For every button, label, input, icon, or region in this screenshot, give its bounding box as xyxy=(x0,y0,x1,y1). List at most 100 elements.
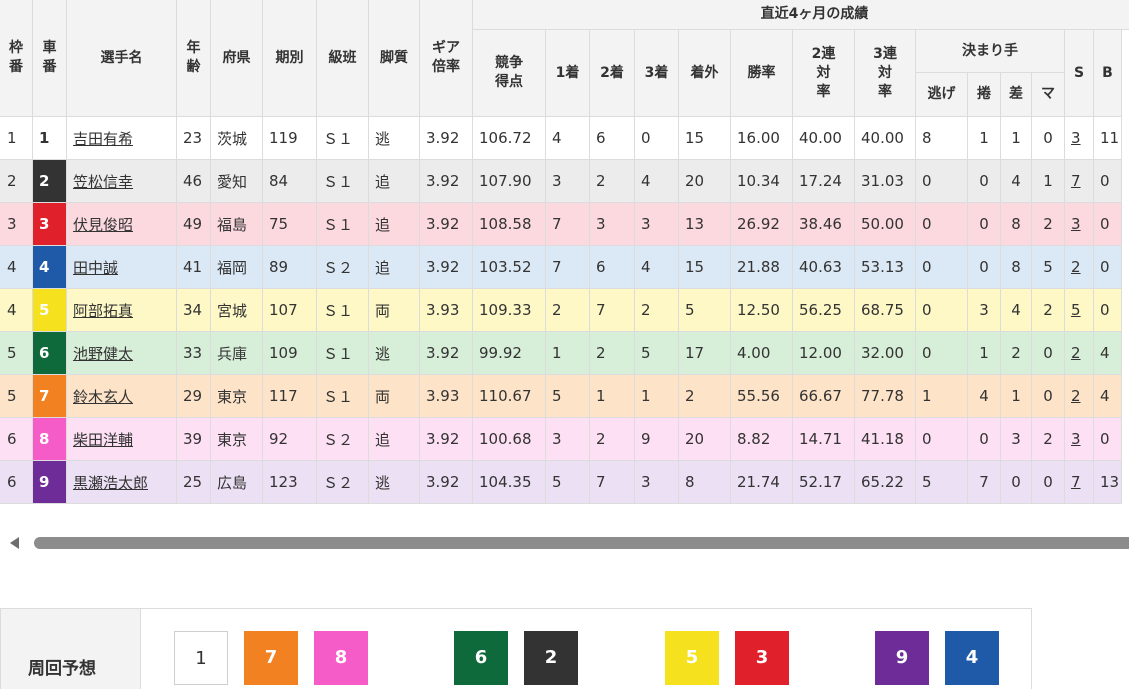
rate3-cell: 32.00 xyxy=(854,331,916,375)
player-name-link[interactable]: 吉田有希 xyxy=(66,116,177,160)
age-cell: 23 xyxy=(176,116,211,160)
win-rate-cell: 26.92 xyxy=(730,202,793,246)
prediction-car-5: 5 xyxy=(665,631,719,685)
prefecture-cell: 広島 xyxy=(210,460,263,504)
gear-cell: 3.92 xyxy=(419,159,473,203)
makuri-cell: 0 xyxy=(967,417,1001,461)
third-place-cell: 4 xyxy=(634,245,679,289)
mark-cell: 5 xyxy=(1031,245,1065,289)
out-of-place-cell: 17 xyxy=(678,331,731,375)
player-name-link[interactable]: 田中誠 xyxy=(66,245,177,289)
scroll-thumb[interactable] xyxy=(34,537,1129,549)
term-cell: 123 xyxy=(262,460,317,504)
s-count[interactable]: 2 xyxy=(1071,387,1081,405)
player-name-link[interactable]: 阿部拓真 xyxy=(66,288,177,332)
car-number: 5 xyxy=(32,288,67,332)
s-count[interactable]: 7 xyxy=(1071,172,1081,190)
s-count-link[interactable]: 3 xyxy=(1064,116,1094,160)
player-name-link[interactable]: 池野健太 xyxy=(66,331,177,375)
player-name[interactable]: 笠松信幸 xyxy=(73,173,133,191)
age-cell: 29 xyxy=(176,374,211,418)
player-name-link[interactable]: 鈴木玄人 xyxy=(66,374,177,418)
nige-cell: 0 xyxy=(915,245,968,289)
table-row: 5 7 鈴木玄人 29 東京 117 Ｓ１ 両 3.93 110.67 5 1 1 2 55.56 66.67… xyxy=(0,374,1129,418)
first-place-cell: 2 xyxy=(545,288,590,332)
s-count[interactable]: 3 xyxy=(1071,215,1081,233)
player-name-link[interactable]: 笠松信幸 xyxy=(66,159,177,203)
player-name[interactable]: 阿部拓真 xyxy=(73,302,133,320)
style-cell: 追 xyxy=(368,417,420,461)
prefecture-cell: 愛知 xyxy=(210,159,263,203)
player-name-link[interactable]: 柴田洋輔 xyxy=(66,417,177,461)
b-count-cell: 0 xyxy=(1093,288,1122,332)
s-count-link[interactable]: 7 xyxy=(1064,460,1094,504)
win-rate-cell: 55.56 xyxy=(730,374,793,418)
s-count[interactable]: 5 xyxy=(1071,301,1081,319)
header-age: 年齢 xyxy=(176,0,211,117)
player-name-link[interactable]: 黒瀬浩太郎 xyxy=(66,460,177,504)
player-name[interactable]: 黒瀬浩太郎 xyxy=(73,474,148,492)
makuri-cell: 7 xyxy=(967,460,1001,504)
class-cell: Ｓ１ xyxy=(316,331,369,375)
header-score: 競争得点 xyxy=(472,29,546,117)
table-row: 5 6 池野健太 33 兵庫 109 Ｓ１ 逃 3.92 99.92 1 2 5 17 4.00 12.00 3… xyxy=(0,331,1129,375)
header-s: S xyxy=(1064,29,1094,117)
second-place-cell: 7 xyxy=(589,460,635,504)
sashi-cell: 0 xyxy=(1000,460,1032,504)
sashi-cell: 1 xyxy=(1000,116,1032,160)
player-name[interactable]: 田中誠 xyxy=(73,259,118,277)
player-name-link[interactable]: 伏見俊昭 xyxy=(66,202,177,246)
out-of-place-cell: 13 xyxy=(678,202,731,246)
win-rate-cell: 16.00 xyxy=(730,116,793,160)
third-place-cell: 4 xyxy=(634,159,679,203)
player-name[interactable]: 伏見俊昭 xyxy=(73,216,133,234)
rate2-cell: 17.24 xyxy=(792,159,855,203)
score-cell: 109.33 xyxy=(472,288,546,332)
s-count-link[interactable]: 5 xyxy=(1064,288,1094,332)
third-place-cell: 1 xyxy=(634,374,679,418)
score-cell: 106.72 xyxy=(472,116,546,160)
rate3-cell: 31.03 xyxy=(854,159,916,203)
class-cell: Ｓ１ xyxy=(316,374,369,418)
s-count[interactable]: 2 xyxy=(1071,258,1081,276)
header-sha: 車番 xyxy=(32,0,67,117)
player-name[interactable]: 池野健太 xyxy=(73,345,133,363)
car-number: 6 xyxy=(32,331,67,375)
s-count-link[interactable]: 7 xyxy=(1064,159,1094,203)
waku-cell: 5 xyxy=(0,331,33,375)
header-win-rate: 勝率 xyxy=(730,29,793,117)
style-cell: 両 xyxy=(368,288,420,332)
player-name[interactable]: 鈴木玄人 xyxy=(73,388,133,406)
rate2-cell: 12.00 xyxy=(792,331,855,375)
third-place-cell: 9 xyxy=(634,417,679,461)
header-nige: 逃げ xyxy=(915,72,968,117)
style-cell: 追 xyxy=(368,202,420,246)
horizontal-scrollbar[interactable] xyxy=(0,535,1129,551)
s-count[interactable]: 7 xyxy=(1071,473,1081,491)
s-count[interactable]: 2 xyxy=(1071,344,1081,362)
s-count[interactable]: 3 xyxy=(1071,430,1081,448)
scroll-left-arrow-icon[interactable] xyxy=(10,537,19,549)
makuri-cell: 4 xyxy=(967,374,1001,418)
s-count-link[interactable]: 2 xyxy=(1064,374,1094,418)
car-number: 9 xyxy=(32,460,67,504)
s-count-link[interactable]: 2 xyxy=(1064,331,1094,375)
s-count-link[interactable]: 2 xyxy=(1064,245,1094,289)
nige-cell: 1 xyxy=(915,374,968,418)
rate3-cell: 77.78 xyxy=(854,374,916,418)
rate2-cell: 56.25 xyxy=(792,288,855,332)
player-name[interactable]: 吉田有希 xyxy=(73,130,133,148)
player-name[interactable]: 柴田洋輔 xyxy=(73,431,133,449)
s-count[interactable]: 3 xyxy=(1071,129,1081,147)
age-cell: 34 xyxy=(176,288,211,332)
mark-cell: 0 xyxy=(1031,331,1065,375)
term-cell: 84 xyxy=(262,159,317,203)
s-count-link[interactable]: 3 xyxy=(1064,417,1094,461)
s-count-link[interactable]: 3 xyxy=(1064,202,1094,246)
table-body: 1 1 吉田有希 23 茨城 119 Ｓ１ 逃 3.92 106.72 4 6 0 15 16.00 40.0… xyxy=(0,116,1129,504)
waku-cell: 5 xyxy=(0,374,33,418)
rate2-cell: 66.67 xyxy=(792,374,855,418)
b-count-cell: 11 xyxy=(1093,116,1122,160)
second-place-cell: 2 xyxy=(589,159,635,203)
out-of-place-cell: 2 xyxy=(678,374,731,418)
